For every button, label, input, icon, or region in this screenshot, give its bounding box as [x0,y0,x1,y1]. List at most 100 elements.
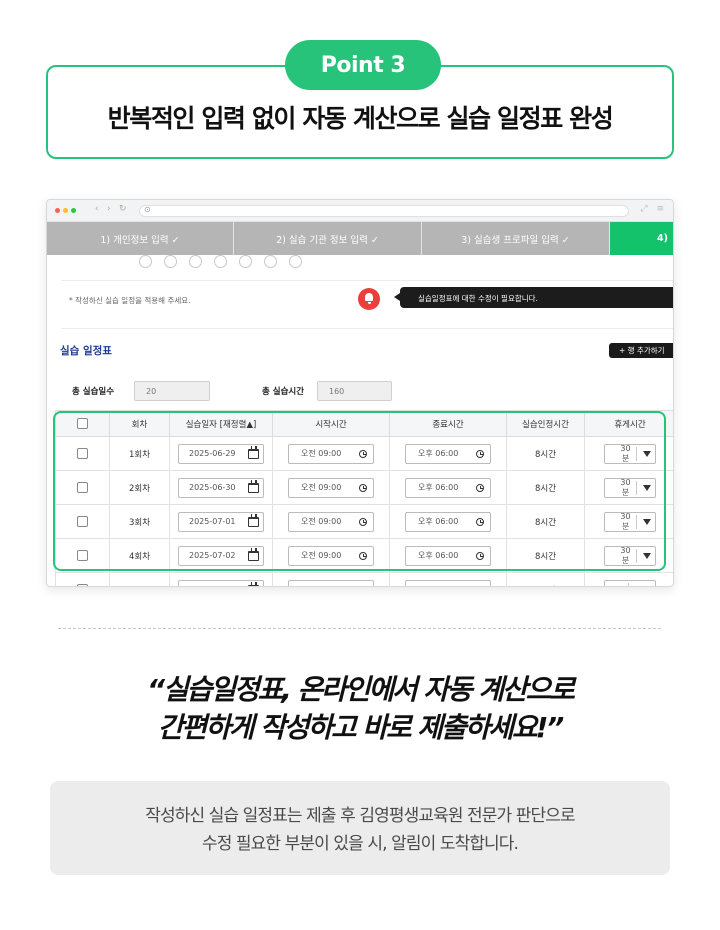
maximize-window-dot-icon[interactable] [71,208,76,213]
clock-icon[interactable] [359,551,367,560]
back-arrow-icon[interactable]: ‹ [95,204,99,214]
radio-option[interactable] [239,255,252,268]
caret-down-icon[interactable] [643,484,651,491]
row-checkbox[interactable] [77,482,88,493]
select-all-checkbox[interactable] [77,418,88,429]
break-select[interactable]: 30분 [604,511,656,532]
row-checkbox[interactable] [77,448,88,459]
radio-option[interactable] [289,255,302,268]
hours-cell: 8시간 [506,436,585,471]
date-value: 2025-06-30 [189,483,236,492]
table-row: 1회차 2025-06-29 오전 09:00 오후 06:00 8시간 30분 [55,436,673,471]
table-row: 3회차 2025-07-01 오전 09:00 오후 06:00 8시간 30분 [55,504,673,539]
clock-icon[interactable] [359,449,367,458]
bell-icon[interactable] [358,288,380,310]
radio-option[interactable] [264,255,277,268]
column-header: 시작시간 [272,410,390,437]
date-value: 2025-07-01 [189,517,236,526]
clock-icon[interactable] [359,483,367,492]
sort-date-header[interactable]: 실습일자 [재정렬▲] [169,410,273,437]
date-value: 2025-07-02 [189,551,236,560]
row-checkbox[interactable] [77,550,88,561]
clock-icon[interactable] [476,551,484,560]
select-separator [627,582,629,586]
close-window-dot-icon[interactable] [55,208,60,213]
hours-cell: 8시간 [506,572,585,586]
select-value: 30분 [620,545,631,565]
calendar-icon[interactable] [248,445,259,459]
window-menu-icon[interactable]: ⤢ ≡ [640,204,667,214]
radio-option[interactable] [164,255,177,268]
start-time-input[interactable]: 오전 09:00 [288,545,374,566]
caret-down-icon[interactable] [643,518,651,525]
caret-down-icon[interactable] [643,450,651,457]
start-time-input[interactable]: 오전 09:00 [288,511,374,532]
row-checkbox[interactable] [77,584,88,586]
caret-down-icon[interactable] [643,552,651,559]
break-select[interactable]: 30분 [604,477,656,498]
select-separator [636,446,637,461]
radio-option[interactable] [189,255,202,268]
address-bar[interactable]: ⊙ [139,205,629,217]
step-1[interactable]: 1) 개인정보 입력 ✓ [47,222,234,255]
break-select[interactable]: 30분 [604,443,656,464]
time-value: 오전 09:00 [301,551,342,560]
date-input[interactable]: 2025-06-30 [178,477,264,498]
clock-icon[interactable] [476,517,484,526]
clock-icon[interactable] [476,449,484,458]
column-header: 휴게시간 [584,410,673,437]
time-value: 오전 09:00 [301,517,342,526]
time-value: 오후 06:00 [418,483,459,492]
break-select[interactable] [604,579,656,588]
info-line-2: 수정 필요한 부분이 있을 시, 알림이 도착합니다. [201,834,519,854]
clock-icon[interactable] [359,585,367,586]
minimize-window-dot-icon[interactable] [63,208,68,213]
end-time-input[interactable]: 오후 06:00 [405,545,491,566]
calendar-icon[interactable] [248,547,259,561]
calendar-icon[interactable] [248,513,259,527]
row-checkbox[interactable] [77,516,88,527]
start-time-input[interactable] [288,579,374,586]
end-time-input[interactable]: 오후 06:00 [405,511,491,532]
select-all-header[interactable] [55,410,110,437]
date-input[interactable]: 2025-07-02 [178,545,264,566]
calendar-icon[interactable] [248,479,259,493]
date-input[interactable]: 2025-06-29 [178,443,264,464]
forward-arrow-icon[interactable]: › [107,204,111,214]
time-value: 오후 06:00 [418,551,459,560]
select-value: 30분 [620,477,631,497]
radio-option[interactable] [214,255,227,268]
clock-icon[interactable] [476,585,484,586]
column-header: 종료시간 [389,410,507,437]
step-2[interactable]: 2) 실습 기관 정보 입력 ✓ [234,222,422,255]
round-cell: 2회차 [109,470,170,505]
start-time-input[interactable]: 오전 09:00 [288,443,374,464]
reload-icon[interactable]: ↻ [119,204,127,214]
table-row: 5회차 8시간 [55,572,673,588]
calendar-icon[interactable] [248,581,259,586]
total-days-label: 총 실습일수 [72,387,115,397]
hours-cell: 8시간 [506,538,585,573]
clock-icon[interactable] [359,517,367,526]
date-input[interactable]: 2025-07-01 [178,511,264,532]
select-value: 30분 [620,443,631,463]
round-cell: 5회차 [109,572,170,586]
step-4[interactable]: 4) [610,222,673,255]
date-input[interactable] [178,579,264,586]
start-time-input[interactable]: 오전 09:00 [288,477,374,498]
radio-option[interactable] [139,255,152,268]
column-header: 실습인정시간 [506,410,585,437]
headline: 반복적인 입력 없이 자동 계산으로 실습 일정표 완성 [107,104,614,133]
end-time-input[interactable]: 오후 06:00 [405,443,491,464]
clock-icon[interactable] [476,483,484,492]
schedule-table: 회차 실습일자 [재정렬▲] 시작시간 종료시간 실습인정시간 휴게시간 1회차… [55,410,673,588]
time-value: 오후 06:00 [418,517,459,526]
app-screenshot: ‹ › ↻ ⊙ ⤢ ≡ 1) 개인정보 입력 ✓ 2) 실습 기관 정보 입력 … [46,199,674,587]
end-time-input[interactable] [405,579,491,586]
add-row-button[interactable]: + 행 추가하기 [609,343,673,358]
step-3[interactable]: 3) 실습생 프로파일 입력 ✓ [422,222,610,255]
caret-down-icon[interactable] [643,587,651,588]
total-hours-label: 총 실습시간 [262,387,305,397]
break-select[interactable]: 30분 [604,545,656,566]
end-time-input[interactable]: 오후 06:00 [405,477,491,498]
